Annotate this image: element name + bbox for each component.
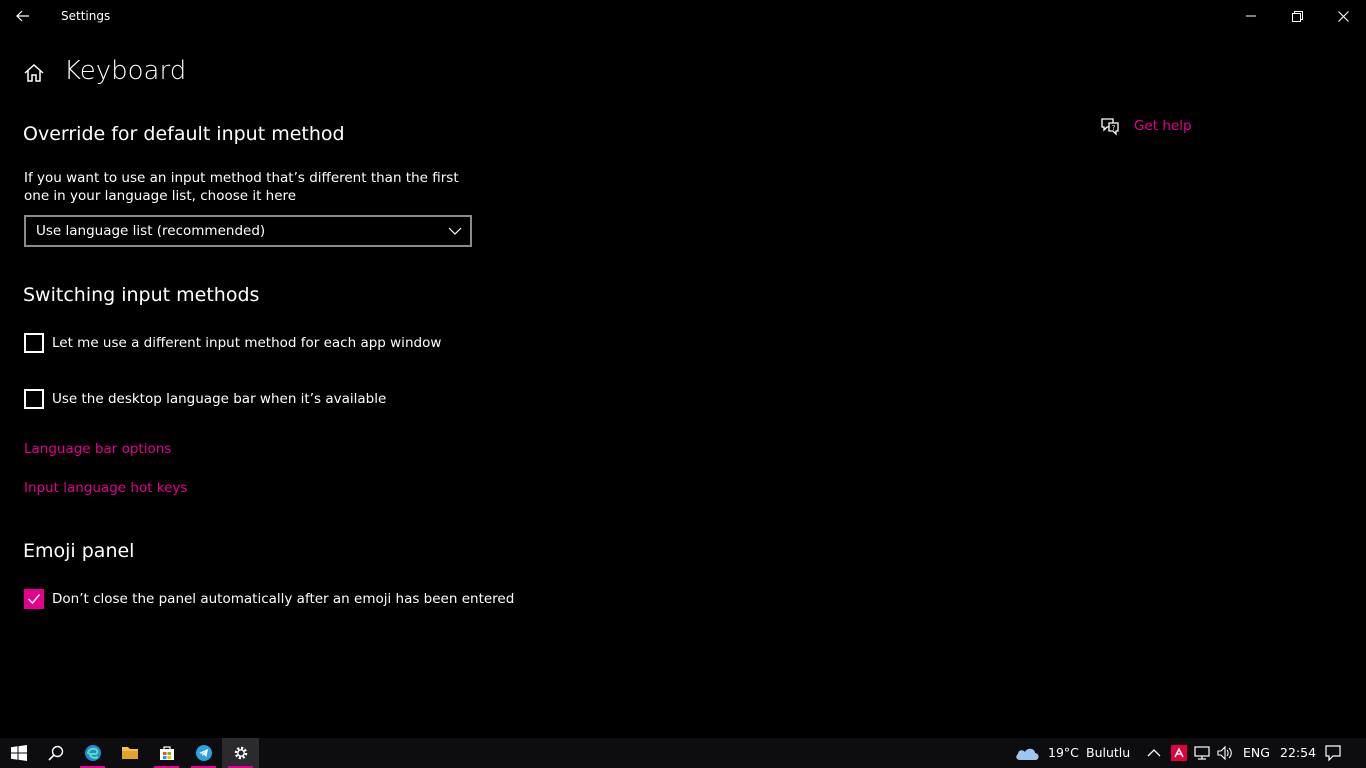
- taskbar: 19°C Bulutlu ENG 22:54: [0, 738, 1366, 768]
- taskbar-file-explorer-button[interactable]: [111, 738, 148, 768]
- gear-icon: [234, 746, 247, 760]
- speaker-volume-icon[interactable]: [1216, 744, 1234, 762]
- desktop-language-bar-checkbox-row[interactable]: Use the desktop language bar when it’s a…: [24, 388, 386, 410]
- edge-browser-icon: [84, 745, 101, 761]
- help-chat-icon: ?: [1101, 118, 1119, 136]
- chevron-up-icon[interactable]: [1145, 744, 1163, 762]
- notification-center-icon[interactable]: [1324, 744, 1342, 762]
- dropdown-selected-value: Use language list (recommended): [36, 223, 266, 239]
- section-title-switching: Switching input methods: [23, 284, 260, 306]
- override-description: If you want to use an input method that’…: [24, 170, 459, 204]
- minimize-icon: [1246, 15, 1256, 17]
- back-arrow-icon: [16, 10, 29, 22]
- store-bag-icon: [159, 746, 174, 760]
- emoji-panel-checkbox-row[interactable]: Don’t close the panel automatically afte…: [24, 588, 514, 610]
- close-button[interactable]: [1320, 0, 1366, 32]
- input-language-indicator[interactable]: ENG: [1243, 745, 1270, 760]
- chevron-down-icon: [448, 227, 462, 235]
- desktop-language-bar-label: Use the desktop language bar when it’s a…: [52, 391, 387, 407]
- emoji-panel-checkbox[interactable]: [24, 589, 44, 609]
- search-icon: [47, 745, 63, 761]
- checkmark-icon: [27, 594, 41, 605]
- taskbar-store-button[interactable]: [148, 738, 185, 768]
- home-icon: [24, 63, 44, 82]
- input-method-dropdown[interactable]: Use language list (recommended): [24, 215, 472, 247]
- svg-text:?: ?: [1112, 124, 1116, 132]
- input-language-hot-keys-link[interactable]: Input language hot keys: [24, 480, 187, 496]
- taskbar-search-button[interactable]: [37, 738, 74, 768]
- folder-icon: [121, 747, 138, 759]
- restore-button[interactable]: [1274, 0, 1320, 32]
- back-button[interactable]: [0, 0, 46, 32]
- taskbar-settings-button[interactable]: [222, 738, 259, 768]
- weather-description[interactable]: Bulutlu: [1086, 745, 1130, 760]
- section-title-override: Override for default input method: [23, 123, 345, 145]
- minimize-button[interactable]: [1228, 0, 1274, 32]
- start-button[interactable]: [0, 738, 37, 768]
- taskbar-edge-button[interactable]: [74, 738, 111, 768]
- taskbar-telegram-button[interactable]: [185, 738, 222, 768]
- telegram-icon: [195, 745, 212, 761]
- get-help-label: Get help: [1134, 118, 1192, 134]
- clock-time[interactable]: 22:54: [1280, 745, 1316, 760]
- language-bar-options-link[interactable]: Language bar options: [24, 441, 171, 457]
- close-icon: [1337, 10, 1349, 22]
- cloud-weather-icon[interactable]: [1014, 744, 1042, 762]
- per-app-input-checkbox-row[interactable]: Let me use a different input method for …: [24, 332, 441, 354]
- restore-icon: [1291, 10, 1303, 22]
- per-app-input-label: Let me use a different input method for …: [52, 335, 442, 351]
- emoji-panel-label: Don’t close the panel automatically afte…: [52, 591, 515, 607]
- page-title: Keyboard: [64, 56, 187, 86]
- network-icon[interactable]: [1193, 744, 1211, 762]
- section-title-emoji: Emoji panel: [23, 540, 135, 562]
- get-help-link[interactable]: ? Get help: [1100, 116, 1192, 136]
- window-title: Settings: [61, 9, 111, 23]
- home-button[interactable]: [23, 62, 45, 84]
- per-app-input-checkbox[interactable]: [24, 333, 44, 353]
- windows-logo-icon: [10, 745, 27, 761]
- amd-app-icon[interactable]: [1170, 744, 1188, 762]
- title-bar: Settings: [0, 0, 1366, 32]
- desktop-language-bar-checkbox[interactable]: [24, 389, 44, 409]
- weather-temperature[interactable]: 19°C: [1048, 745, 1079, 760]
